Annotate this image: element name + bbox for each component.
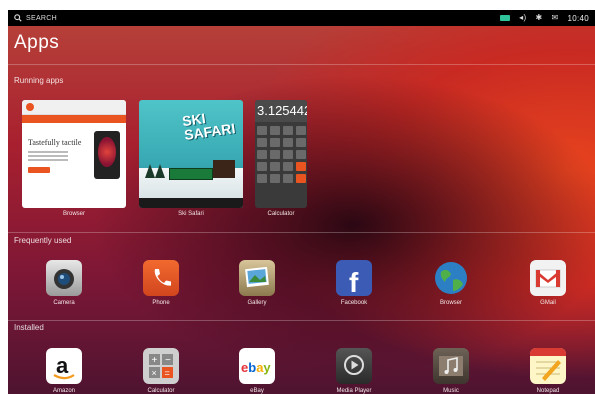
app-label: Amazon [52, 388, 75, 394]
notepad-icon [530, 348, 566, 384]
app-label: Camera [53, 300, 75, 306]
section-running-apps: Running apps [14, 76, 64, 85]
ubuntu-logo [26, 103, 34, 111]
svg-text:f: f [349, 267, 359, 296]
svg-text:a: a [56, 353, 69, 378]
browser-icon [433, 260, 469, 296]
status-indicators: ◂) ✱ ✉ 10:40 [500, 10, 589, 26]
ebay-icon: ebay [239, 348, 275, 384]
svg-text:=: = [165, 368, 170, 378]
app-camera[interactable]: Camera [34, 260, 94, 306]
app-label: Calculator [147, 388, 175, 394]
search-icon [14, 14, 22, 22]
calculator-keys [257, 126, 306, 183]
app-label: Notepad [536, 388, 560, 394]
media-player-icon [336, 348, 372, 384]
facebook-icon: f [336, 260, 372, 296]
section-installed: Installed [14, 323, 44, 332]
network-icon[interactable]: ✱ [535, 14, 542, 22]
running-app-label: Ski Safari [178, 211, 204, 217]
section-divider [8, 232, 595, 233]
browser-headline: Tastefully tactile [28, 138, 82, 147]
svg-text:+: + [152, 355, 158, 366]
app-calculator[interactable]: + − × = Calculator [131, 348, 191, 394]
svg-text:ebay: ebay [241, 360, 271, 375]
gallery-icon [239, 260, 275, 296]
music-icon [433, 348, 469, 384]
calculator-icon: + − × = [143, 348, 179, 384]
ski-safari-banner [169, 168, 213, 180]
gmail-icon [530, 260, 566, 296]
svg-text:×: × [152, 368, 157, 378]
battery-icon[interactable] [500, 15, 511, 21]
top-panel: SEARCH ◂) ✱ ✉ 10:40 [8, 10, 595, 26]
phone-image [94, 131, 120, 179]
search-label: SEARCH [26, 14, 57, 22]
running-app-label: Browser [62, 211, 85, 217]
app-label: Gallery [247, 300, 267, 306]
app-notepad[interactable]: Notepad [518, 348, 578, 394]
app-label: GMail [540, 300, 556, 306]
app-facebook[interactable]: f Facebook [324, 260, 384, 306]
calculator-display: 3.125442 [255, 100, 307, 122]
app-ebay[interactable]: ebay eBay [227, 348, 287, 394]
page-title: Apps [14, 32, 60, 53]
section-frequently-used: Frequently used [14, 236, 72, 245]
running-apps: Tastefully tactile Browser SKI SAFARI Sk… [8, 100, 595, 230]
app-gmail[interactable]: GMail [518, 260, 578, 306]
running-app-label: Calculator [267, 211, 295, 217]
calculator-thumbnail: 3.125442 [255, 100, 307, 208]
title-divider [8, 64, 595, 65]
app-label: Facebook [340, 300, 368, 306]
amazon-icon: a [46, 348, 82, 384]
phone-icon [143, 260, 179, 296]
svg-text:−: − [165, 355, 171, 366]
app-label: eBay [250, 388, 264, 394]
apps-screen: SEARCH ◂) ✱ ✉ 10:40 Apps Running apps Ta… [8, 10, 595, 394]
ski-safari-thumbnail: SKI SAFARI [139, 100, 243, 208]
app-label: Browser [439, 300, 462, 306]
ski-safari-hut [213, 160, 235, 178]
clock[interactable]: 10:40 [567, 14, 589, 23]
section-divider [8, 320, 595, 321]
app-label: Media Player [336, 388, 372, 394]
app-media-player[interactable]: Media Player [324, 348, 384, 394]
app-label: Phone [152, 300, 170, 306]
browser-thumbnail: Tastefully tactile [22, 100, 126, 208]
search-button[interactable]: SEARCH [14, 14, 57, 22]
running-app-calculator[interactable]: 3.125442 Calculator [255, 100, 307, 220]
messages-icon[interactable]: ✉ [551, 14, 558, 22]
app-gallery[interactable]: Gallery [227, 260, 287, 306]
running-app-browser[interactable]: Tastefully tactile Browser [22, 100, 126, 220]
app-browser[interactable]: Browser [421, 260, 481, 306]
running-app-ski-safari[interactable]: SKI SAFARI Ski Safari [139, 100, 243, 220]
app-music[interactable]: Music [421, 348, 481, 394]
camera-icon [46, 260, 82, 296]
volume-icon[interactable]: ◂) [519, 14, 526, 22]
app-phone[interactable]: Phone [131, 260, 191, 306]
app-label: Music [443, 388, 459, 394]
app-amazon[interactable]: a Amazon [34, 348, 94, 394]
